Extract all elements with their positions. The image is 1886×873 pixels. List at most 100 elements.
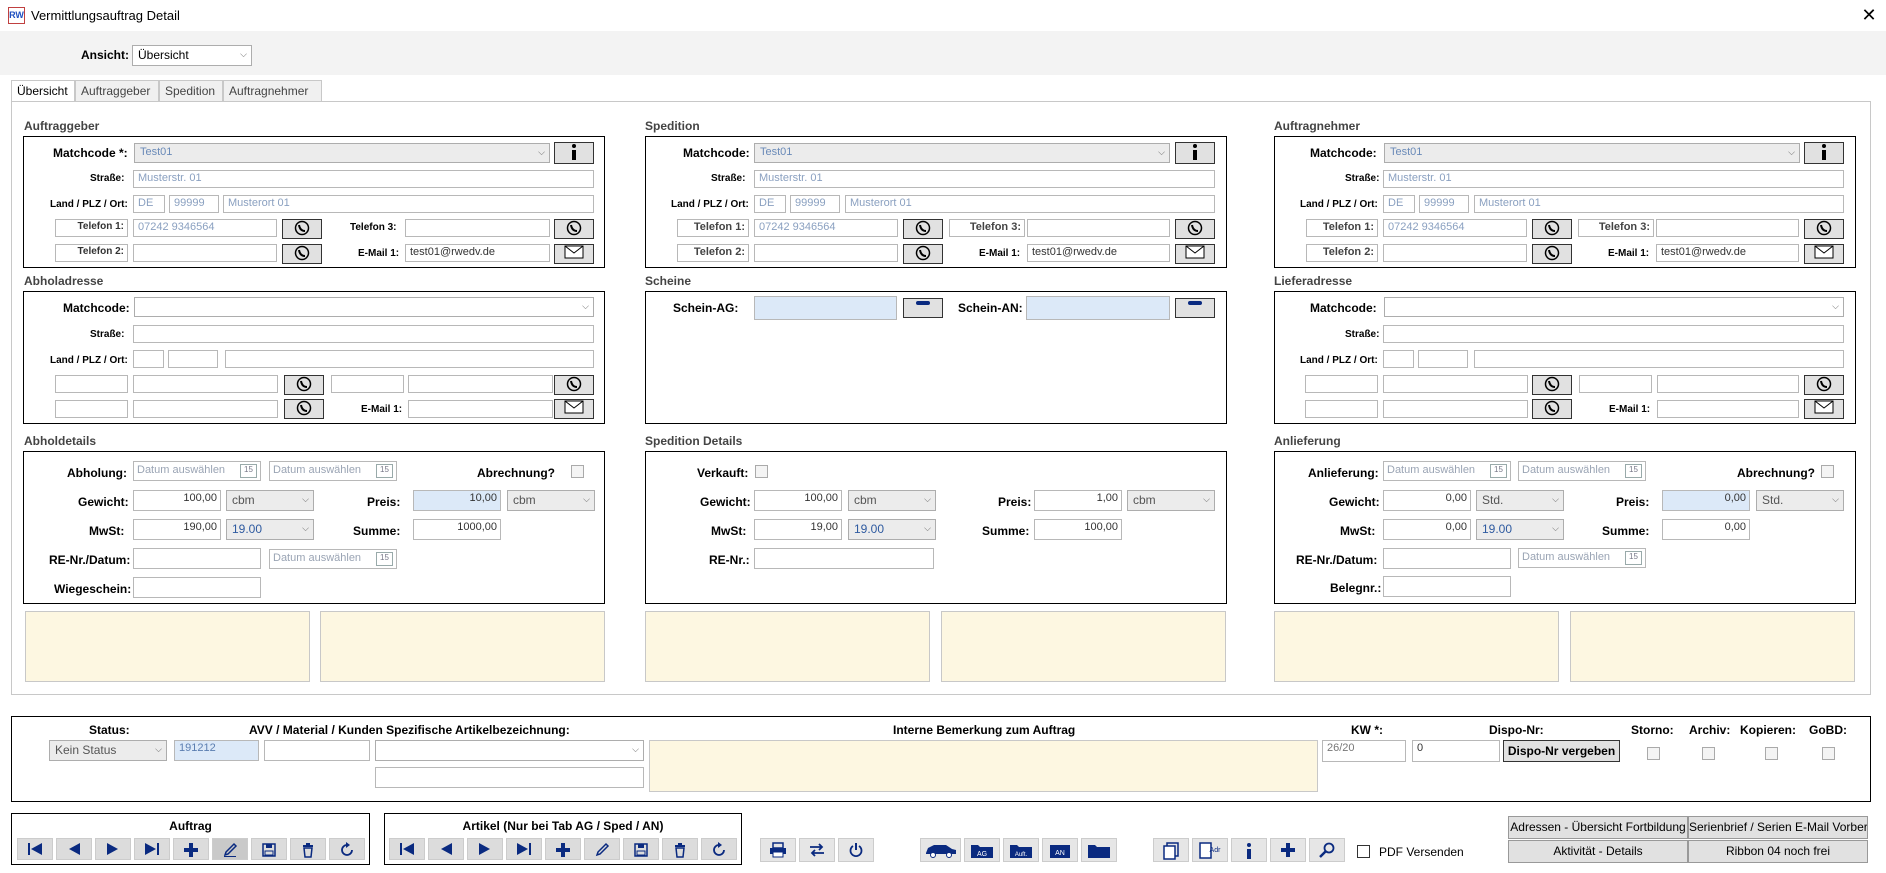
spedition-matchcode-select[interactable]: Test01 ⌵ — [754, 143, 1170, 163]
abholdetails-preis-unit-select[interactable]: cbm ⌵ — [507, 490, 595, 511]
anlieferung-preis-input[interactable]: 0,00 — [1662, 490, 1750, 511]
tab-auftraggeber[interactable]: Auftraggeber — [75, 80, 159, 102]
auftrag-delete-button[interactable] — [290, 838, 326, 860]
auftrag-next-button[interactable] — [95, 838, 131, 860]
auftraggeber-ort-input[interactable]: Musterort 01 — [223, 195, 594, 213]
anlieferung-gewicht-input[interactable]: 0,00 — [1383, 490, 1471, 511]
abholadresse-strasse-input[interactable] — [133, 325, 594, 343]
schein-an-input[interactable] — [1026, 296, 1170, 320]
auftraggeber-info-button[interactable] — [554, 142, 594, 164]
vehicle-button[interactable] — [920, 838, 961, 862]
auftragnehmer-email-input[interactable]: test01@rwedv.de — [1656, 244, 1799, 262]
ag-folder-button[interactable]: AG — [964, 838, 1000, 862]
adressen-uebersicht-button[interactable]: Adressen - Übersicht Fortbildung — [1508, 816, 1688, 839]
avv-article-select[interactable]: ⌵ — [375, 740, 644, 761]
auftraggeber-land-input[interactable]: DE — [133, 195, 165, 213]
abholadresse-land-input[interactable] — [133, 350, 164, 368]
lieferadresse-matchcode-select[interactable]: ⌵ — [1384, 297, 1844, 317]
abholdetails-summe-input[interactable]: 1000,00 — [413, 519, 501, 540]
spedition-tel1-call-button[interactable] — [903, 219, 943, 239]
auftraggeber-tel2-call-button[interactable] — [282, 244, 322, 264]
anlieferung-abrechnung-checkbox[interactable] — [1821, 465, 1834, 478]
anlieferung-re-date[interactable]: Datum auswählen 15 — [1518, 548, 1646, 568]
address-document-button[interactable]: Adr — [1192, 838, 1228, 862]
abholadresse-tel2-call-button[interactable] — [284, 399, 324, 419]
abholadresse-tel1-call-button[interactable] — [284, 375, 324, 395]
belegnr-input[interactable] — [1383, 576, 1511, 597]
spedition-mwst-input[interactable]: 19,00 — [754, 519, 842, 540]
spedition-preis-input[interactable]: 1,00 — [1034, 490, 1122, 511]
an-folder-button[interactable]: AN — [1042, 838, 1078, 862]
tab-auftragnehmer[interactable]: Auftragnehmer — [223, 80, 322, 102]
spedition-gewicht-unit-select[interactable]: cbm ⌵ — [848, 490, 936, 511]
anlieferung-date-from[interactable]: Datum auswählen 15 — [1383, 461, 1511, 481]
auftragnehmer-info-button[interactable] — [1804, 142, 1844, 164]
artikel-last-button[interactable] — [506, 838, 542, 860]
abholdetails-mwst-rate-select[interactable]: 19.00 ⌵ — [226, 519, 314, 540]
auftraggeber-tel2-input[interactable] — [133, 244, 277, 262]
auftragnehmer-land-input[interactable]: DE — [1383, 195, 1415, 213]
artikel-edit-button[interactable] — [584, 838, 620, 860]
status-select[interactable]: Kein Status ⌵ — [49, 740, 167, 761]
anlieferung-summe-input[interactable]: 0,00 — [1662, 519, 1750, 540]
spedition-gewicht-input[interactable]: 100,00 — [754, 490, 842, 511]
dispo-input[interactable]: 0 — [1412, 740, 1500, 762]
artikel-save-button[interactable] — [623, 838, 659, 860]
anlieferung-mwst-input[interactable]: 0,00 — [1383, 519, 1471, 540]
gobd-checkbox[interactable] — [1822, 747, 1835, 760]
abholdetails-gewicht-unit-select[interactable]: cbm ⌵ — [226, 490, 314, 511]
search-button[interactable] — [1309, 838, 1345, 862]
auftragnehmer-ort-input[interactable]: Musterort 01 — [1474, 195, 1844, 213]
anlieferung-date-to[interactable]: Datum auswählen 15 — [1518, 461, 1646, 481]
lieferadresse-plz-input[interactable] — [1418, 350, 1468, 368]
serienbrief-button[interactable]: Serienbrief / Serien E-Mail Vorber — [1688, 816, 1868, 839]
abholadresse-ort-input[interactable] — [225, 350, 594, 368]
abholung-date-to[interactable]: Datum auswählen 15 — [269, 461, 397, 481]
auftragnehmer-tel2-input[interactable] — [1383, 244, 1527, 262]
pdf-versenden-checkbox[interactable] — [1357, 845, 1370, 858]
storno-checkbox[interactable] — [1647, 747, 1660, 760]
artikel-add-button[interactable] — [545, 838, 581, 860]
close-icon[interactable]: ✕ — [1858, 4, 1880, 26]
note-box-spedition-1[interactable] — [645, 611, 930, 682]
abholadresse-tel2-input[interactable] — [133, 400, 278, 418]
ribbon-04-button[interactable]: Ribbon 04 noch frei — [1688, 840, 1868, 863]
artikel-refresh-button[interactable] — [701, 838, 737, 860]
lieferadresse-tel1-input[interactable] — [1383, 375, 1528, 393]
abholadresse-tel3-input[interactable] — [408, 375, 553, 393]
power-button[interactable] — [838, 838, 874, 862]
spedition-strasse-input[interactable]: Musterstr. 01 — [754, 170, 1215, 188]
abholadresse-email-send-button[interactable] — [554, 399, 594, 419]
artikel-delete-button[interactable] — [662, 838, 698, 860]
artikel-prev-button[interactable] — [428, 838, 464, 860]
artikel-next-button[interactable] — [467, 838, 503, 860]
anlieferung-mwst-rate-select[interactable]: 19.00 ⌵ — [1476, 519, 1564, 540]
spedition-tel3-call-button[interactable] — [1175, 219, 1215, 239]
spedition-tel2-input[interactable] — [754, 244, 898, 262]
kw-input[interactable]: 26/20 — [1322, 740, 1406, 762]
spedition-email-input[interactable]: test01@rwedv.de — [1027, 244, 1170, 262]
aktivitaet-details-button[interactable]: Aktivität - Details — [1508, 840, 1688, 863]
auftrag-prev-button[interactable] — [56, 838, 92, 860]
auftragnehmer-strasse-input[interactable]: Musterstr. 01 — [1383, 170, 1844, 188]
spedition-land-input[interactable]: DE — [754, 195, 786, 213]
auft-folder-button[interactable]: Auft. — [1003, 838, 1039, 862]
lieferadresse-email-send-button[interactable] — [1804, 399, 1844, 419]
auftragnehmer-tel3-call-button[interactable] — [1804, 219, 1844, 239]
spedition-tel1-input[interactable]: 07242 9346564 — [754, 219, 898, 237]
anlieferung-re-input[interactable] — [1383, 548, 1511, 569]
auftraggeber-tel3-input[interactable] — [405, 219, 550, 237]
auftraggeber-tel1-input[interactable]: 07242 9346564 — [133, 219, 277, 237]
info-button[interactable] — [1231, 838, 1267, 862]
auftraggeber-email-send-button[interactable] — [554, 244, 594, 264]
avv-code-input[interactable]: 191212 — [174, 740, 259, 761]
spedition-preis-unit-select[interactable]: cbm ⌵ — [1127, 490, 1215, 511]
add-button[interactable] — [1270, 838, 1306, 862]
lieferadresse-ort-input[interactable] — [1474, 350, 1844, 368]
note-box-spedition-2[interactable] — [941, 611, 1226, 682]
verkauft-checkbox[interactable] — [755, 465, 768, 478]
kopieren-checkbox[interactable] — [1765, 747, 1778, 760]
note-box-anlieferung-1[interactable] — [1274, 611, 1559, 682]
auftrag-last-button[interactable] — [134, 838, 170, 860]
auftrag-refresh-button[interactable] — [329, 838, 365, 860]
